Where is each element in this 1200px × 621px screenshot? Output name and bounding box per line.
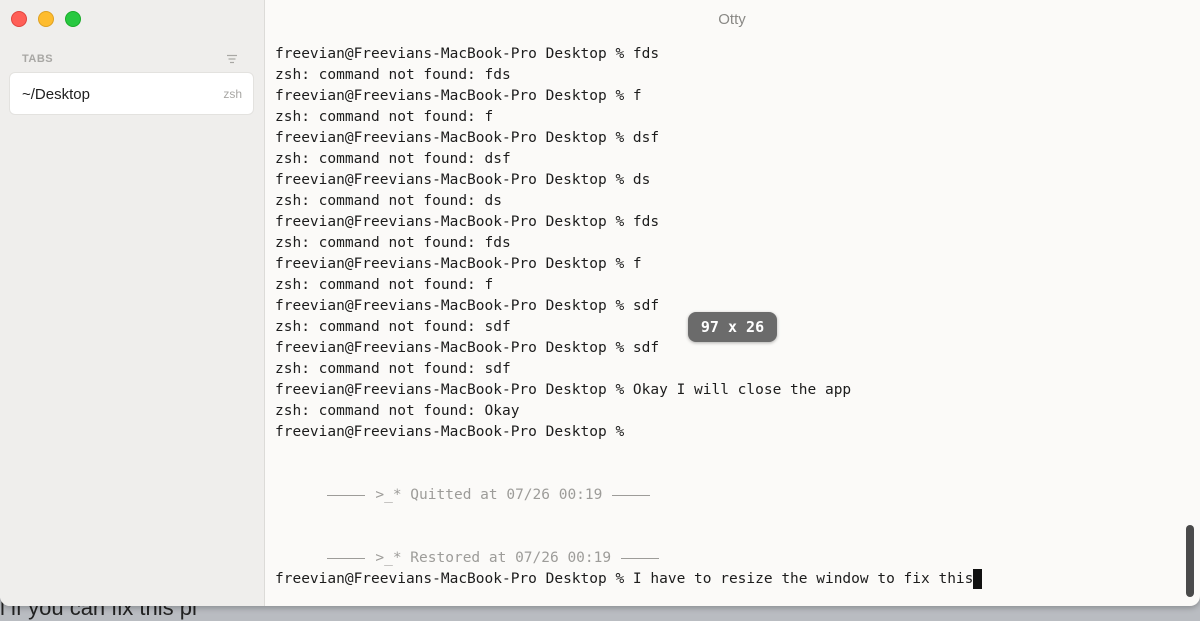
terminal-line: zsh: command not found: sdf xyxy=(275,361,511,377)
sidebar: TABS ~/Desktop zsh xyxy=(0,0,265,606)
terminal-line: zsh: command not found: fds xyxy=(275,235,511,251)
terminal-line: freevian@Freevians-MacBook-Pro Desktop %… xyxy=(275,46,660,62)
terminal-line: freevian@Freevians-MacBook-Pro Desktop %… xyxy=(275,172,651,188)
terminal-line: zsh: command not found: f xyxy=(275,109,494,125)
window-size-badge: 97 x 26 xyxy=(688,312,777,342)
terminal-line: freevian@Freevians-MacBook-Pro Desktop %… xyxy=(275,88,642,104)
terminal-output[interactable]: freevian@Freevians-MacBook-Pro Desktop %… xyxy=(275,44,1175,589)
terminal-line: freevian@Freevians-MacBook-Pro Desktop %… xyxy=(275,130,660,146)
scrollbar-thumb[interactable] xyxy=(1186,525,1194,597)
restored-marker: >_* Restored at 07/26 00:19 xyxy=(375,550,612,566)
terminal-line: freevian@Freevians-MacBook-Pro Desktop %… xyxy=(275,214,660,230)
terminal-line: zsh: command not found: f xyxy=(275,277,494,293)
terminal-line: freevian@Freevians-MacBook-Pro Desktop %… xyxy=(275,256,642,272)
terminal-line: zsh: command not found: ds xyxy=(275,193,502,209)
current-prompt-line[interactable]: freevian@Freevians-MacBook-Pro Desktop %… xyxy=(275,569,983,590)
terminal-line: freevian@Freevians-MacBook-Pro Desktop %… xyxy=(275,382,852,398)
terminal-line: zsh: command not found: dsf xyxy=(275,151,511,167)
tab-shell-label: zsh xyxy=(223,87,242,101)
close-window-button[interactable] xyxy=(11,11,27,27)
terminal-line: freevian@Freevians-MacBook-Pro Desktop % xyxy=(275,424,625,440)
quitted-separator: >_* Quitted at 07/26 00:19 xyxy=(275,464,660,527)
terminal-line: zsh: command not found: fds xyxy=(275,67,511,83)
tab-desktop[interactable]: ~/Desktop zsh xyxy=(9,72,254,115)
current-prompt: freevian@Freevians-MacBook-Pro Desktop %… xyxy=(275,571,974,587)
text-cursor xyxy=(973,569,983,589)
tab-title: ~/Desktop xyxy=(22,86,90,103)
otty-window: TABS ~/Desktop zsh Otty freevian@Freevia… xyxy=(0,0,1200,606)
quitted-marker: >_* Quitted at 07/26 00:19 xyxy=(375,487,603,503)
list-lines-icon[interactable] xyxy=(226,53,238,65)
tabs-header: TABS xyxy=(22,53,54,65)
terminal-line: zsh: command not found: Okay xyxy=(275,403,520,419)
maximize-window-button[interactable] xyxy=(65,11,81,27)
minimize-window-button[interactable] xyxy=(38,11,54,27)
window-title: Otty xyxy=(718,11,746,28)
